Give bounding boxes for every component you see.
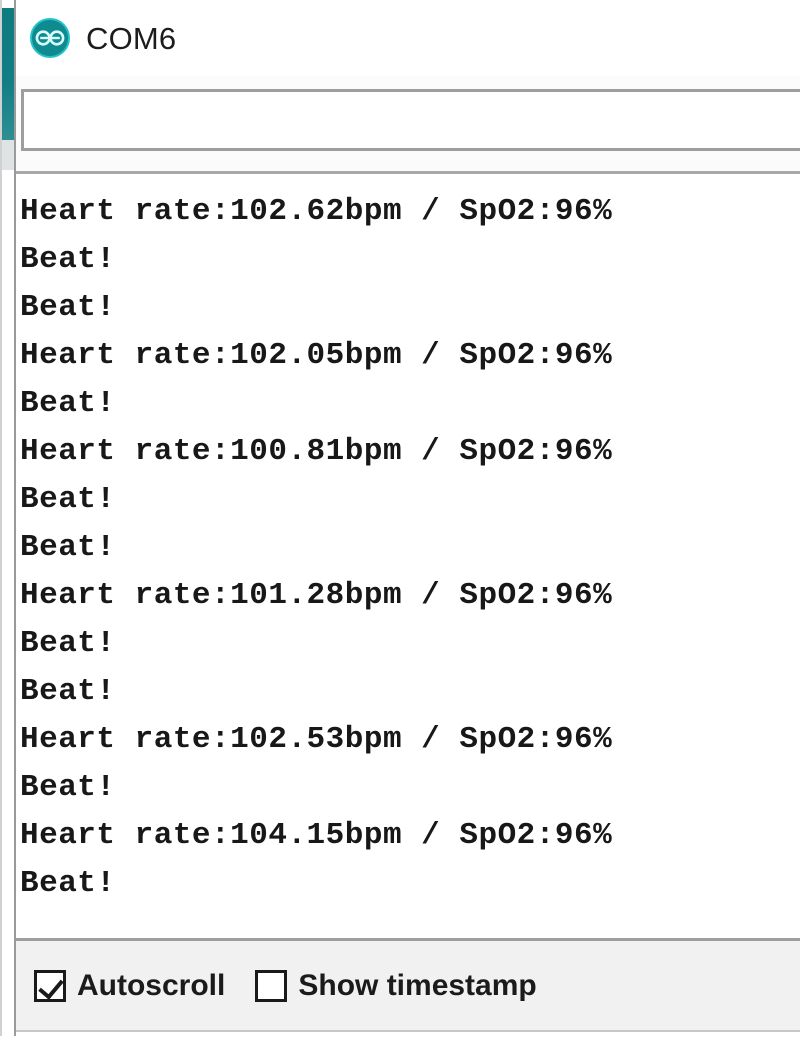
ide-toolbar-sliver	[2, 8, 14, 140]
console-output[interactable]: Heart rate:102.62bpm / SpO2:96% Beat! Be…	[16, 174, 800, 938]
titlebar: COM6	[16, 0, 800, 76]
autoscroll-checkbox[interactable]	[34, 969, 66, 1002]
window-bottom-edge	[16, 1030, 800, 1038]
serial-send-input[interactable]	[21, 89, 800, 151]
console-line: Heart rate:102.62bpm / SpO2:96%	[20, 194, 613, 229]
ide-background-sliver	[2, 140, 14, 170]
console-line: Beat!	[20, 674, 116, 709]
autoscroll-label: Autoscroll	[77, 968, 226, 1002]
show-timestamp-checkbox[interactable]	[255, 969, 288, 1002]
show-timestamp-checkbox-group[interactable]: Show timestamp	[255, 968, 537, 1002]
arduino-infinity-icon	[30, 18, 70, 58]
window-title: COM6	[86, 20, 177, 56]
console-line: Beat!	[20, 626, 116, 661]
console-line: Beat!	[20, 866, 116, 901]
console-line: Heart rate:104.15bpm / SpO2:96%	[20, 818, 613, 853]
console-line: Heart rate:102.53bpm / SpO2:96%	[20, 722, 613, 757]
serial-monitor-frame: COM6 Heart rate:102.62bpm / SpO2:96% Bea…	[14, 0, 800, 1038]
console-line: Heart rate:102.05bpm / SpO2:96%	[20, 338, 613, 373]
console-line: Heart rate:101.28bpm / SpO2:96%	[20, 578, 613, 613]
show-timestamp-label: Show timestamp	[298, 968, 537, 1002]
autoscroll-checkbox-group[interactable]: Autoscroll	[34, 968, 226, 1002]
console-line: Beat!	[20, 386, 116, 421]
console-line: Beat!	[20, 530, 116, 565]
console-line: Beat!	[20, 242, 116, 277]
console-line: Beat!	[20, 290, 116, 325]
console-line: Beat!	[20, 770, 116, 805]
console-line: Beat!	[20, 482, 116, 517]
status-bar: Autoscroll Show timestamp	[16, 938, 800, 1030]
serial-monitor-window: COM6 Heart rate:102.62bpm / SpO2:96% Bea…	[0, 0, 800, 1038]
console-line: Heart rate:100.81bpm / SpO2:96%	[20, 434, 613, 469]
send-bar	[16, 76, 800, 174]
